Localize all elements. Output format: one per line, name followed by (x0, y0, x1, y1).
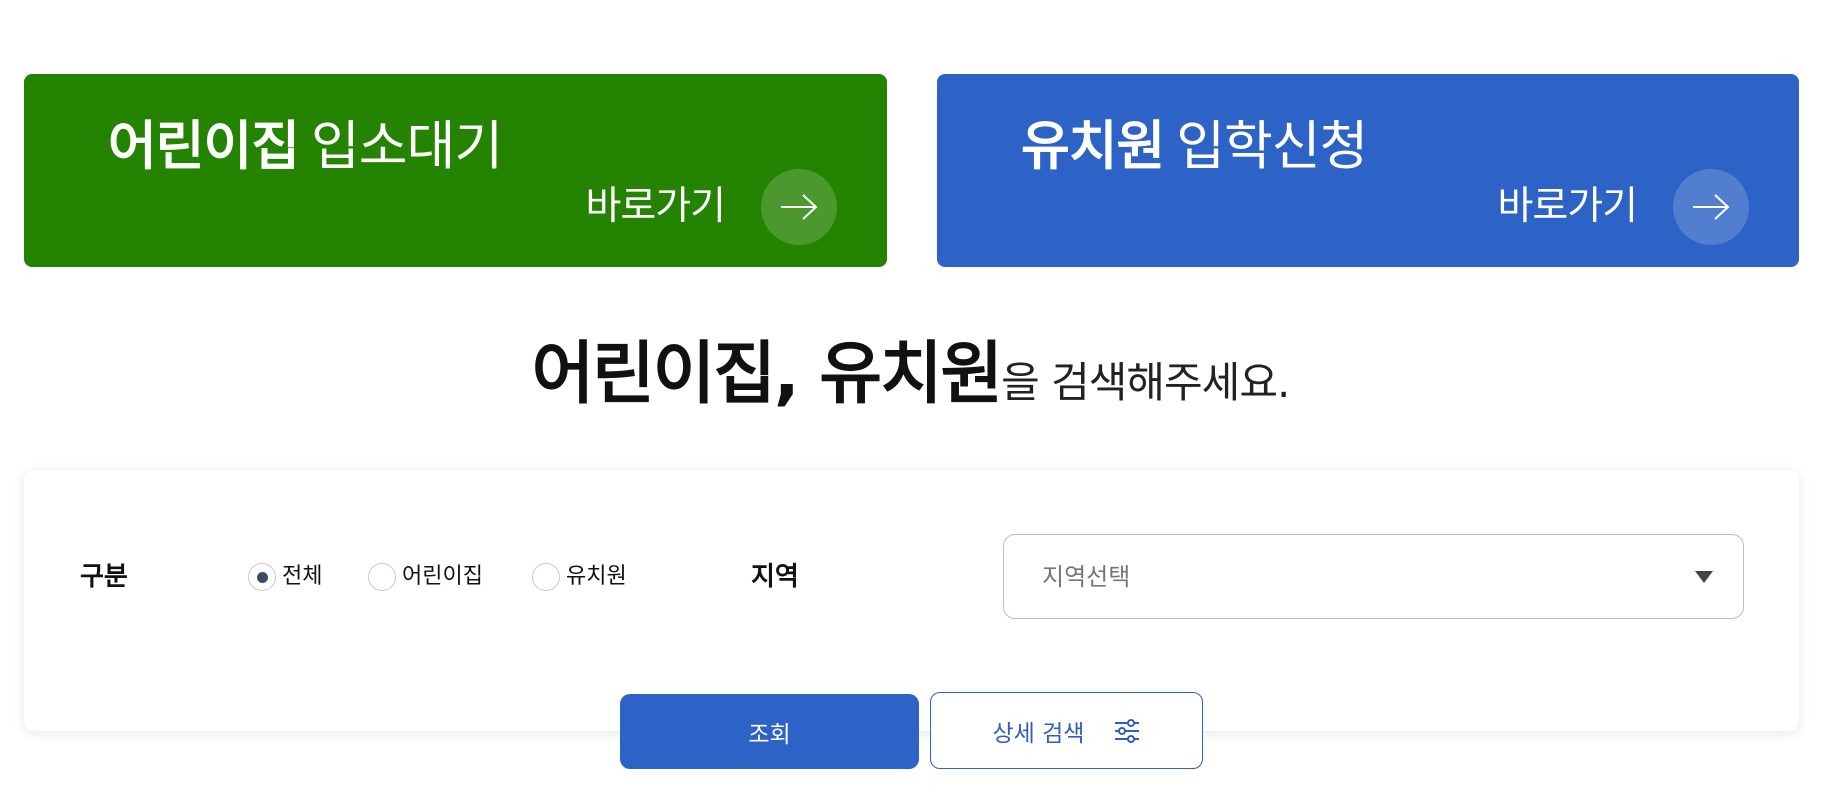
radio-circle-checked[interactable] (248, 563, 276, 591)
banner-title-light: 입소대기 (311, 116, 503, 177)
arrow-right-icon[interactable] (1673, 169, 1749, 245)
radio-kindergarten[interactable]: 유치원 (532, 562, 627, 592)
detail-search-label: 상세 검색 (992, 720, 1085, 747)
radio-daycare[interactable]: 어린이집 (368, 562, 483, 592)
radio-circle[interactable] (532, 563, 560, 591)
search-heading-rest: 을 검색해주세요. (1001, 358, 1290, 407)
banner-title-strong: 어린이집 (108, 116, 300, 177)
goto-link[interactable]: 바로가기 (1497, 169, 1749, 245)
caret-down-icon (1695, 571, 1713, 583)
radio-circle[interactable] (368, 563, 396, 591)
detail-search-button[interactable]: 상세 검색 (930, 692, 1203, 769)
page: 어린이집 입소대기 바로가기 유치원 입학신청 바로가기 어린이집, 유치원을 … (0, 0, 1821, 810)
search-heading: 어린이집, 유치원을 검색해주세요. (0, 330, 1821, 428)
region-select-placeholder: 지역선택 (1042, 563, 1131, 591)
radio-label: 전체 (282, 564, 323, 589)
radio-all[interactable]: 전체 (248, 562, 322, 592)
search-panel: 구분 전체 어린이집 유치원 지역 지역선택 (24, 470, 1799, 731)
kindergarten-application-banner[interactable]: 유치원 입학신청 바로가기 (937, 74, 1799, 267)
filter-sliders-icon (1114, 718, 1140, 743)
goto-link[interactable]: 바로가기 (585, 169, 837, 245)
banner-title: 어린이집 입소대기 (108, 112, 503, 182)
goto-label: 바로가기 (1497, 184, 1638, 229)
daycare-waitlist-banner[interactable]: 어린이집 입소대기 바로가기 (24, 74, 887, 267)
search-heading-strong: 어린이집, 유치원 (531, 335, 1003, 414)
region-select[interactable]: 지역선택 (1003, 534, 1744, 619)
arrow-right-icon[interactable] (761, 169, 837, 245)
category-label: 구분 (80, 562, 128, 592)
banner-title-strong: 유치원 (1021, 116, 1165, 177)
radio-label: 유치원 (566, 564, 627, 589)
radio-label: 어린이집 (402, 564, 483, 589)
banner-title: 유치원 입학신청 (1021, 112, 1368, 182)
banner-title-light: 입학신청 (1176, 116, 1368, 177)
search-button[interactable]: 조회 (620, 694, 919, 769)
goto-label: 바로가기 (585, 184, 726, 229)
region-label: 지역 (751, 562, 799, 592)
